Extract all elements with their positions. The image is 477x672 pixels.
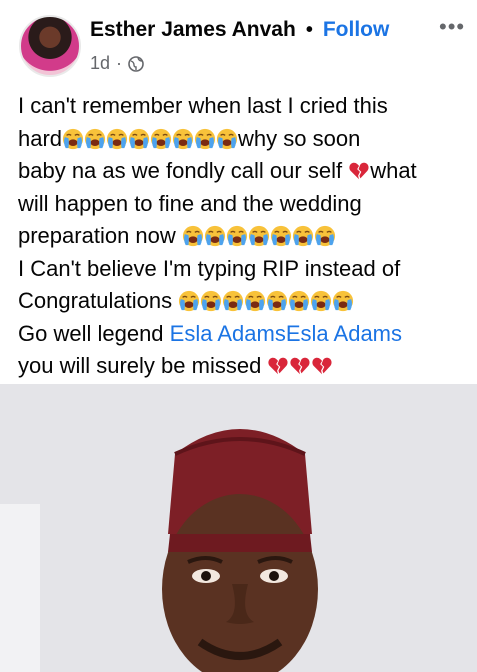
crying-face-emoji-icon	[226, 225, 248, 247]
author-avatar[interactable]	[19, 15, 81, 77]
more-options-icon[interactable]: •••	[439, 14, 465, 40]
globe-icon[interactable]	[128, 55, 144, 72]
crying-face-emoji-icon	[270, 225, 292, 247]
crying-face-emoji-icon	[216, 128, 238, 150]
crying-face-emoji-icon	[200, 290, 222, 312]
crying-face-emoji-icon	[178, 290, 200, 312]
post-line: I Can't believe I'm typing RIP instead o…	[18, 255, 401, 281]
post-text-segment: preparation now	[18, 223, 176, 248]
post-photo[interactable]	[0, 384, 477, 672]
post-header: Esther James Anvah • Follow ••• 1d ·	[0, 0, 477, 86]
post-body: I can't remember when last I cried this …	[18, 90, 468, 383]
post-line: preparation now	[18, 220, 468, 253]
crying-face-emoji-icon	[314, 225, 336, 247]
crying-face-emoji-icon	[194, 128, 216, 150]
post-line: will happen to fine and the wedding	[18, 190, 362, 216]
crying-face-emoji-icon	[332, 290, 354, 312]
crying-face-emoji-icon	[244, 290, 266, 312]
crying-face-emoji-icon	[182, 225, 204, 247]
post-time[interactable]: 1d	[90, 53, 110, 74]
post-text-segment: why so soon	[238, 125, 361, 151]
crying-face-emoji-icon	[222, 290, 244, 312]
post-text-segment: what	[370, 158, 417, 183]
separator-dot: •	[305, 18, 313, 41]
broken-heart-emoji-icon	[267, 355, 289, 377]
crying-face-emoji-icon	[310, 290, 332, 312]
post-text-segment: you will surely be missed	[18, 353, 262, 378]
crying-face-emoji-icon	[172, 128, 194, 150]
post-text-segment: baby na as we fondly call our self	[18, 158, 343, 183]
post-line: Congratulations	[18, 285, 468, 318]
mention-link[interactable]: Esla AdamsEsla Adams	[170, 321, 402, 346]
post-text-segment: hard	[18, 125, 63, 151]
post-text-segment: Go well legend	[18, 320, 164, 346]
portrait-image	[0, 384, 477, 672]
crying-face-emoji-icon	[62, 128, 84, 150]
crying-face-emoji-icon	[204, 225, 226, 247]
author-name[interactable]: Esther James Anvah	[90, 18, 296, 42]
post-text-segment: Congratulations	[18, 288, 173, 313]
crying-face-emoji-icon	[106, 128, 128, 150]
meta-separator: ·	[116, 53, 123, 73]
post-line: baby na as we fondly call our self what	[18, 155, 468, 188]
broken-heart-emoji-icon	[311, 355, 333, 377]
post-meta: 1d ·	[90, 53, 144, 74]
crying-face-emoji-icon	[128, 128, 150, 150]
crying-face-emoji-icon	[248, 225, 270, 247]
crying-face-emoji-icon	[292, 225, 314, 247]
post-line: Go well legend Esla AdamsEsla Adams	[18, 318, 468, 351]
crying-face-emoji-icon	[288, 290, 310, 312]
author-row: Esther James Anvah • Follow	[90, 18, 389, 42]
crying-face-emoji-icon	[150, 128, 172, 150]
broken-heart-emoji-icon	[289, 355, 311, 377]
post-line: I can't remember when last I cried this	[18, 93, 388, 118]
follow-button[interactable]: Follow	[323, 18, 390, 42]
crying-face-emoji-icon	[266, 290, 288, 312]
crying-face-emoji-icon	[84, 128, 106, 150]
post-line: you will surely be missed	[18, 350, 468, 383]
post-line: hard why so soon	[18, 123, 468, 156]
broken-heart-emoji-icon	[348, 160, 370, 182]
